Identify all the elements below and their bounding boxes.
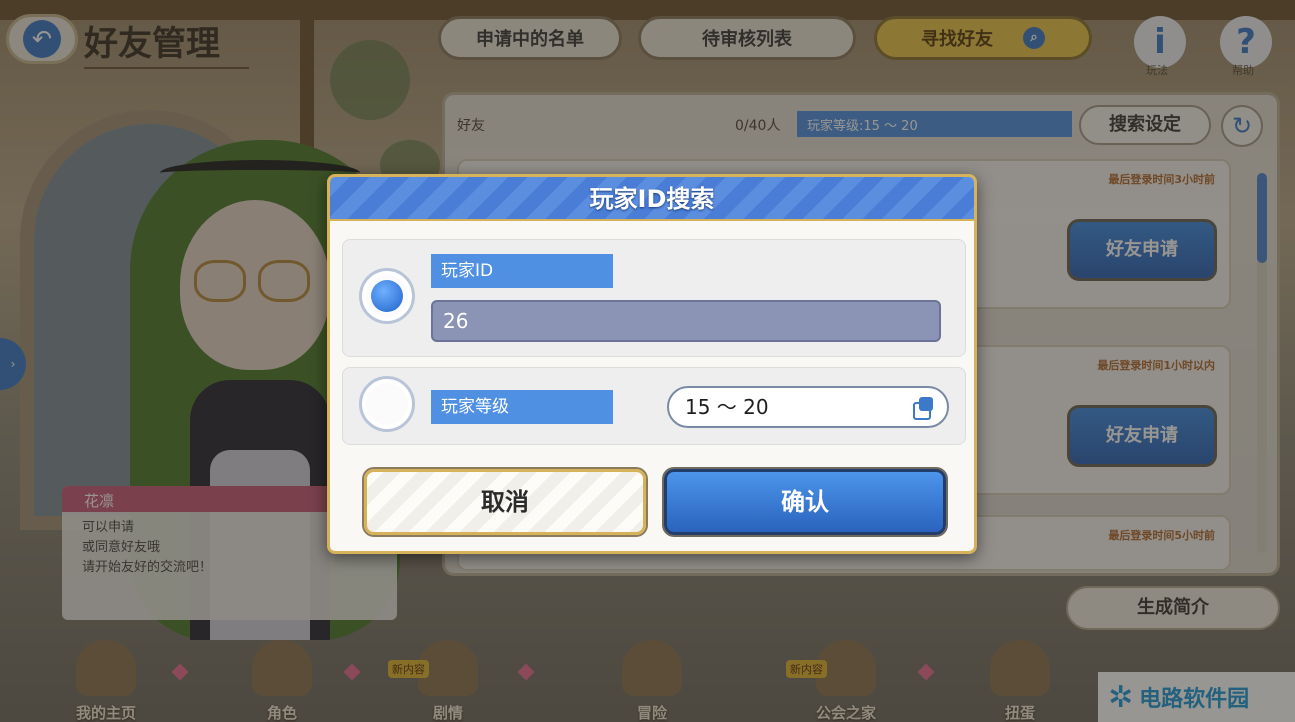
player-level-radio[interactable] — [359, 376, 415, 432]
option-player-id[interactable]: 玩家ID 26 — [342, 239, 966, 357]
player-id-radio[interactable] — [359, 268, 415, 324]
confirm-button[interactable]: 确认 — [664, 469, 946, 535]
player-id-label: 玩家ID — [431, 254, 613, 288]
cancel-button[interactable]: 取消 — [364, 469, 646, 535]
player-level-label: 玩家等级 — [431, 390, 613, 424]
dialog-title: 玩家ID搜索 — [330, 177, 974, 221]
option-player-level[interactable]: 玩家等级 15 ～ 20 — [342, 367, 966, 445]
player-level-range-select[interactable]: 15 ～ 20 — [667, 386, 949, 428]
player-id-search-dialog: 玩家ID搜索 玩家ID 26 玩家等级 15 ～ 20 取消 确认 — [327, 174, 977, 554]
dropdown-icon — [913, 397, 935, 420]
player-id-input[interactable]: 26 — [431, 300, 941, 342]
level-range-value: 15 ～ 20 — [685, 395, 769, 419]
